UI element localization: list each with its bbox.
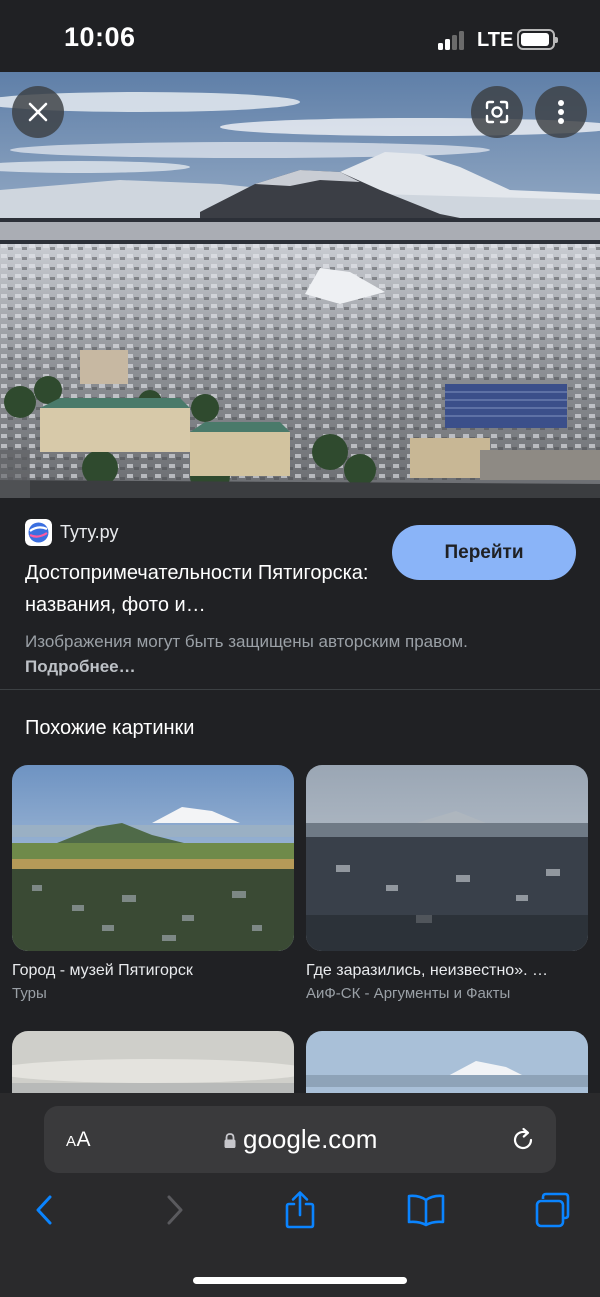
back-button[interactable] — [24, 1190, 64, 1230]
home-indicator[interactable] — [193, 1277, 407, 1284]
book-icon — [407, 1194, 445, 1227]
tutu-favicon-icon — [25, 519, 52, 546]
reader-settings-button[interactable]: AA — [66, 1128, 91, 1152]
bookmarks-button[interactable] — [406, 1190, 446, 1230]
pyatigorsk-landscape-image — [0, 72, 600, 498]
similar-image-source: Туры — [12, 985, 47, 1002]
reload-icon[interactable] — [509, 1126, 537, 1154]
share-icon — [285, 1191, 315, 1229]
more-vertical-icon — [558, 100, 564, 124]
chevron-left-icon — [36, 1195, 52, 1225]
network-type: LTE — [477, 29, 514, 51]
signal-strength-icon — [438, 30, 468, 50]
share-button[interactable] — [280, 1190, 320, 1230]
status-bar: 10:06 LTE — [0, 0, 600, 72]
visit-button[interactable]: Перейти — [392, 525, 576, 580]
tabs-button[interactable] — [533, 1190, 573, 1230]
lock-icon — [224, 1133, 236, 1148]
result-title[interactable]: Достопримечательности Пятигорска: назван… — [25, 557, 395, 621]
tabs-icon — [535, 1192, 570, 1228]
google-lens-icon — [485, 100, 509, 124]
screen: 10:06 LTE Туту.ру Достопримечательности … — [0, 0, 600, 1297]
copyright-text: Изображения могут быть защищены авторски… — [25, 632, 468, 651]
source-site-name[interactable]: Туту.ру — [60, 522, 118, 543]
copyright-notice: Изображения могут быть защищены авторски… — [25, 629, 495, 679]
close-icon — [28, 102, 48, 122]
similar-images-heading: Похожие картинки — [25, 717, 195, 739]
similar-image-title[interactable]: Где заразились, неизвестно». … — [306, 962, 581, 980]
url-text[interactable]: google.com — [243, 1124, 377, 1155]
similar-image-source: АиФ-СК - Аргументы и Факты — [306, 985, 511, 1002]
chevron-right-icon — [167, 1195, 183, 1225]
learn-more-link[interactable]: Подробнее… — [25, 657, 136, 676]
google-lens-button[interactable] — [471, 86, 523, 138]
battery-icon — [517, 29, 558, 50]
similar-image-thumbnail[interactable] — [306, 765, 588, 951]
close-button[interactable] — [12, 86, 64, 138]
status-time: 10:06 — [64, 22, 136, 52]
similar-image-title[interactable]: Город - музей Пятигорск — [12, 962, 287, 980]
forward-button[interactable] — [155, 1190, 195, 1230]
similar-image-thumbnail[interactable] — [12, 765, 294, 951]
preview-image[interactable] — [0, 72, 600, 498]
more-options-button[interactable] — [535, 86, 587, 138]
